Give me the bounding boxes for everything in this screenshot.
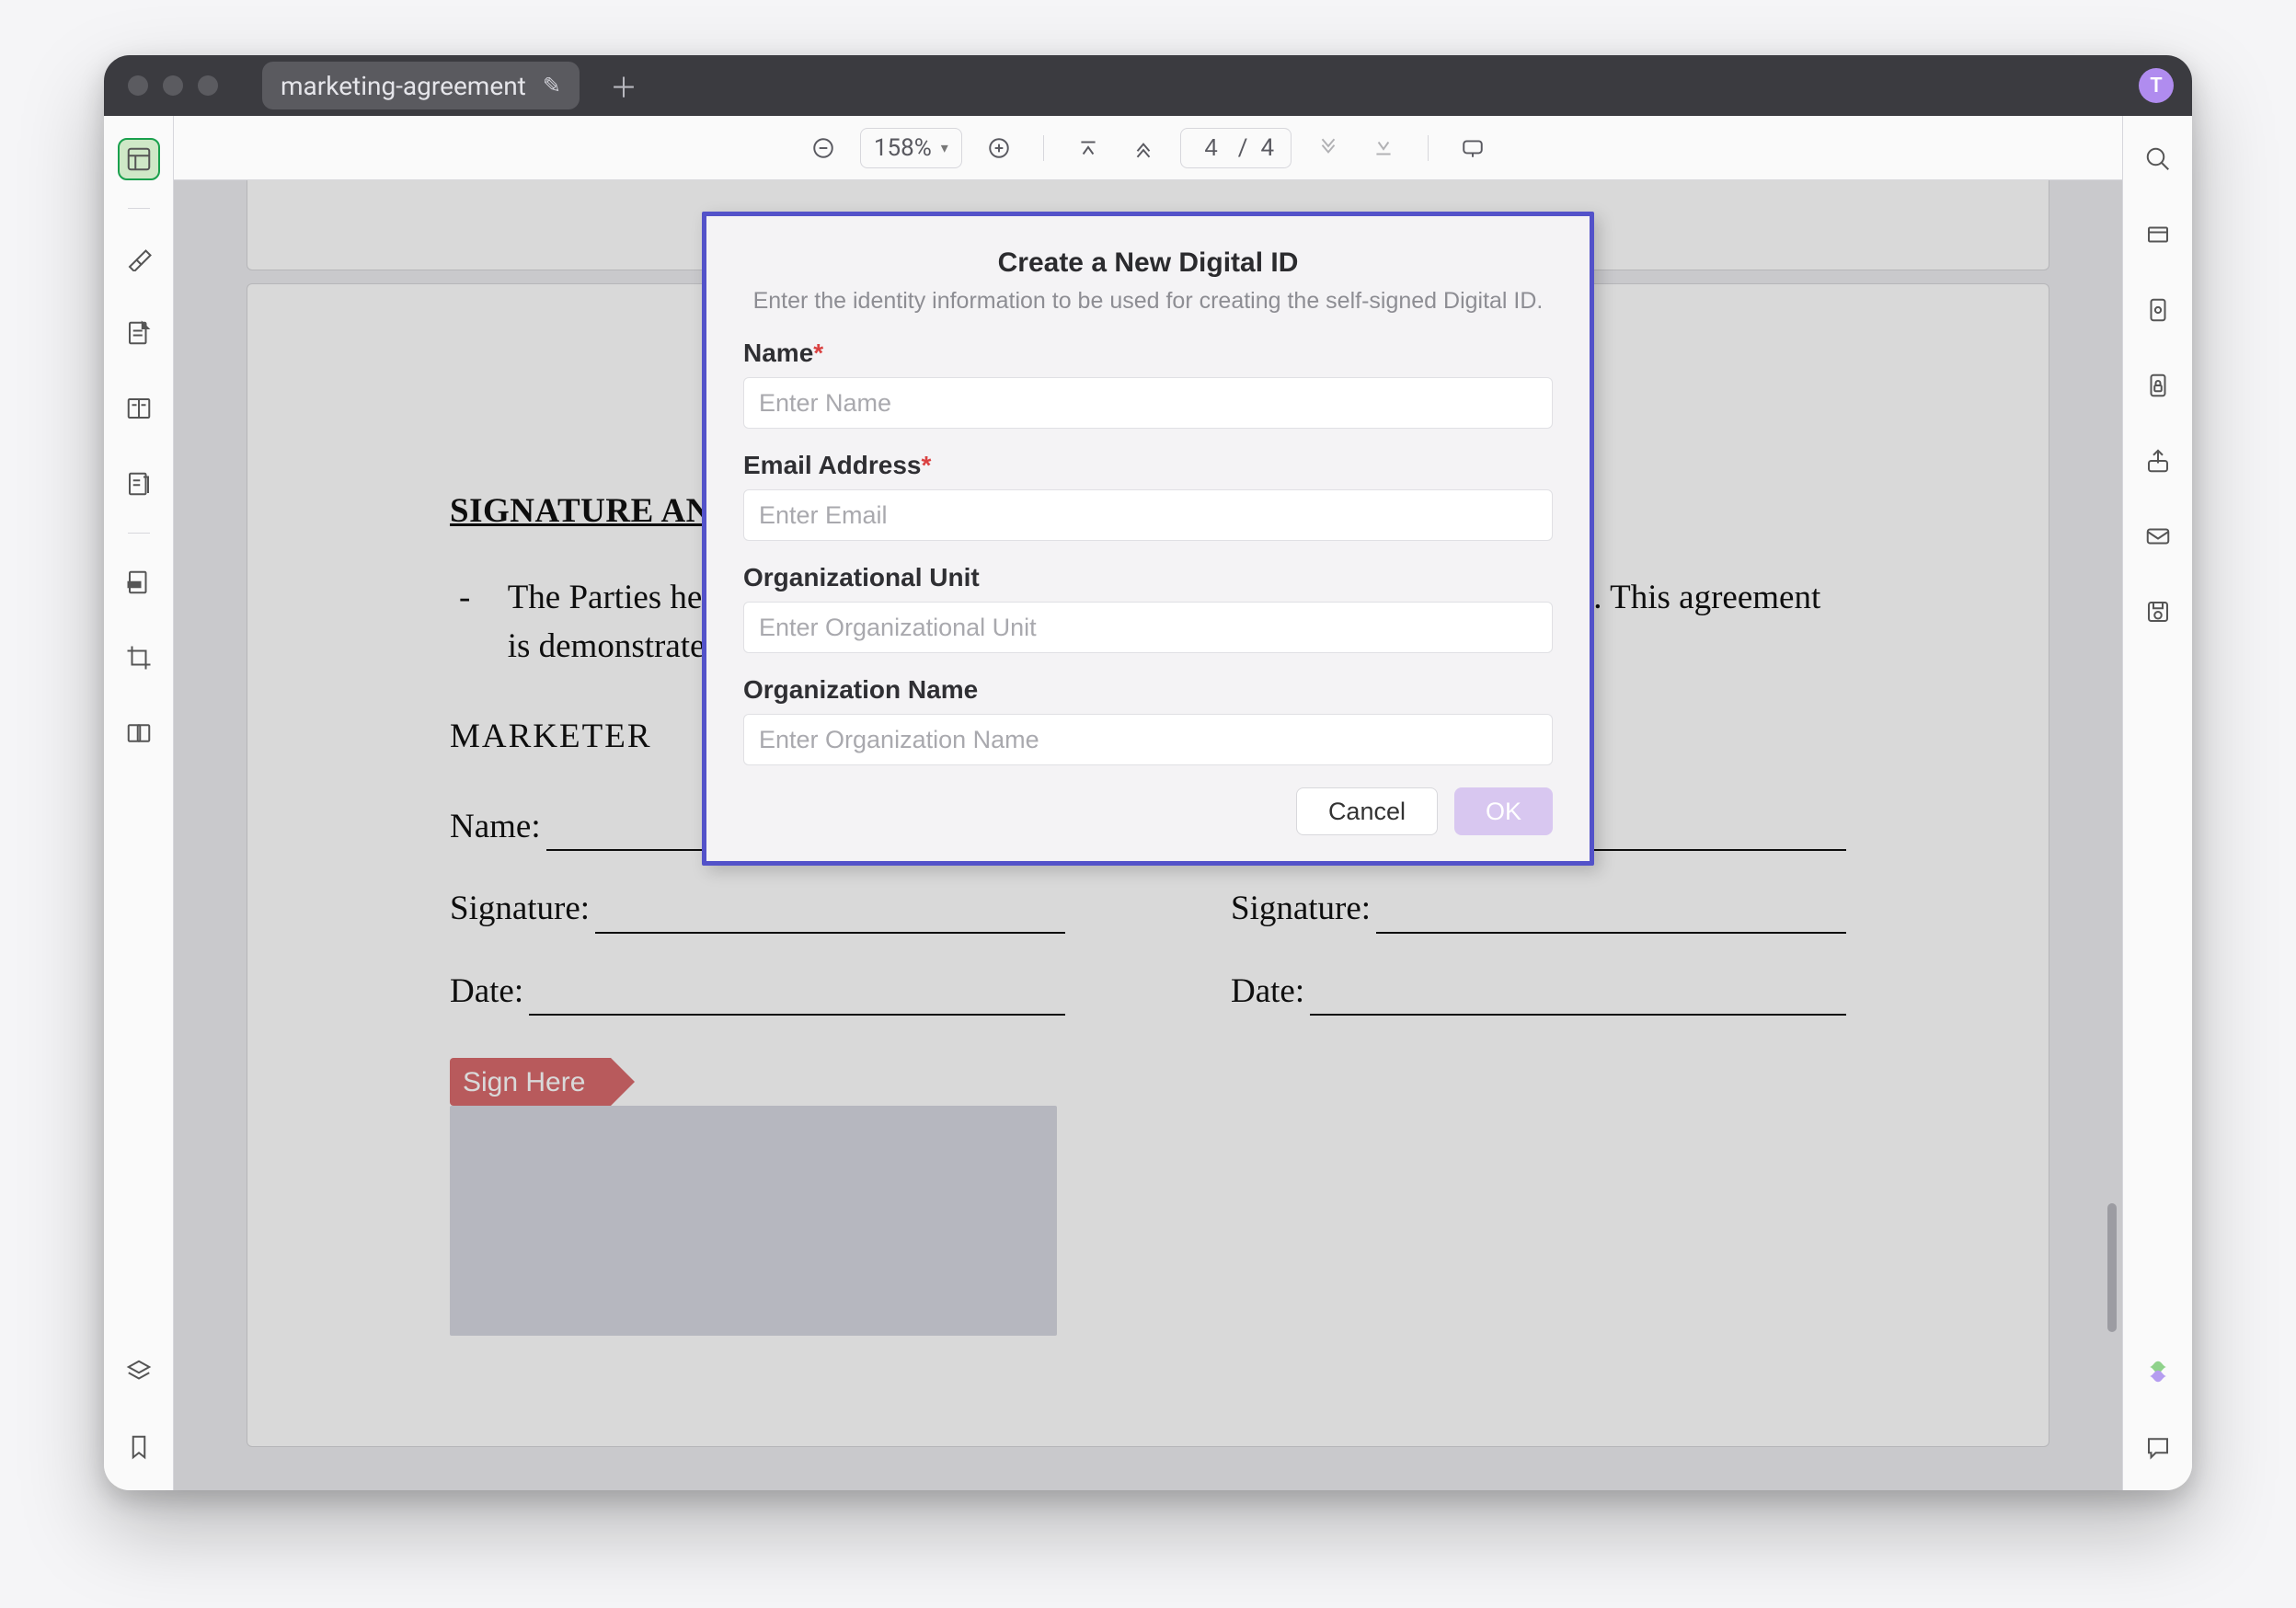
thumbnails-icon[interactable]: [118, 138, 160, 180]
separator: [1043, 135, 1044, 161]
crop-icon[interactable]: [118, 637, 160, 679]
avatar-initial: T: [2150, 75, 2163, 98]
app-body: 158% ▾ / 4: [104, 116, 2192, 1490]
org-name-input[interactable]: [743, 714, 1553, 765]
fullscreen-window-icon[interactable]: [198, 75, 218, 96]
ok-button-label: OK: [1486, 798, 1521, 826]
reader-icon[interactable]: [118, 387, 160, 430]
close-window-icon[interactable]: [128, 75, 148, 96]
minimize-window-icon[interactable]: [163, 75, 183, 96]
search-icon[interactable]: [2137, 138, 2179, 180]
name-label: Name*: [743, 339, 1553, 368]
presentation-icon[interactable]: [1454, 130, 1491, 167]
layers-icon[interactable]: [118, 1350, 160, 1393]
page-total: 4: [1261, 134, 1275, 162]
view-toolbar: 158% ▾ / 4: [174, 116, 2122, 180]
left-rail: [104, 116, 174, 1490]
zoom-out-button[interactable]: [805, 130, 842, 167]
name-input[interactable]: [743, 377, 1553, 429]
annotate-icon[interactable]: [118, 312, 160, 354]
compare-icon[interactable]: [118, 712, 160, 754]
email-label: Email Address*: [743, 451, 1553, 480]
document-area: SIGNATURE AND DATE - The Parties hereby …: [174, 180, 2122, 1490]
prev-page-button[interactable]: [1125, 130, 1162, 167]
cancel-button-label: Cancel: [1328, 798, 1406, 826]
new-tab-button[interactable]: ＋: [607, 65, 640, 106]
tab-active[interactable]: marketing-agreement ✎: [262, 62, 580, 109]
share-icon[interactable]: [2137, 440, 2179, 482]
pencil-icon[interactable]: ✎: [543, 73, 561, 98]
tab-title: marketing-agreement: [281, 71, 526, 101]
redact-icon[interactable]: [118, 561, 160, 603]
create-digital-id-dialog: Create a New Digital ID Enter the identi…: [702, 212, 1594, 866]
ok-button[interactable]: OK: [1454, 787, 1553, 835]
bookmarks-icon[interactable]: [118, 1426, 160, 1468]
highlighter-icon[interactable]: [118, 236, 160, 279]
window-controls: [128, 75, 218, 96]
titlebar: marketing-agreement ✎ ＋ T: [104, 55, 2192, 116]
right-rail: [2122, 116, 2192, 1490]
avatar[interactable]: T: [2139, 68, 2174, 103]
app-window: marketing-agreement ✎ ＋ T: [104, 55, 2192, 1490]
page-slash: /: [1238, 134, 1248, 162]
cancel-button[interactable]: Cancel: [1296, 787, 1438, 835]
page-indicator: / 4: [1180, 128, 1292, 168]
zoom-select[interactable]: 158% ▾: [860, 128, 962, 168]
chevron-down-icon: ▾: [941, 139, 948, 156]
org-name-label: Organization Name: [743, 675, 1553, 705]
zoom-in-button[interactable]: [981, 130, 1017, 167]
center-column: 158% ▾ / 4: [174, 116, 2122, 1490]
last-page-button[interactable]: [1365, 130, 1402, 167]
next-page-button[interactable]: [1310, 130, 1347, 167]
mail-icon[interactable]: [2137, 515, 2179, 557]
separator: [1428, 135, 1429, 161]
zoom-value: 158%: [874, 134, 932, 162]
first-page-button[interactable]: [1070, 130, 1107, 167]
org-unit-input[interactable]: [743, 602, 1553, 653]
attach-icon[interactable]: [2137, 289, 2179, 331]
protect-icon[interactable]: [2137, 364, 2179, 407]
page-current-input[interactable]: [1198, 132, 1225, 163]
dialog-subtitle: Enter the identity information to be use…: [743, 288, 1553, 315]
comments-icon[interactable]: [2137, 1426, 2179, 1468]
save-icon[interactable]: [2137, 591, 2179, 633]
dialog-title: Create a New Digital ID: [743, 247, 1553, 279]
email-input[interactable]: [743, 489, 1553, 541]
ocr-icon[interactable]: [2137, 213, 2179, 256]
org-unit-label: Organizational Unit: [743, 563, 1553, 592]
form-icon[interactable]: [118, 463, 160, 505]
ai-assist-icon[interactable]: [2137, 1350, 2179, 1393]
